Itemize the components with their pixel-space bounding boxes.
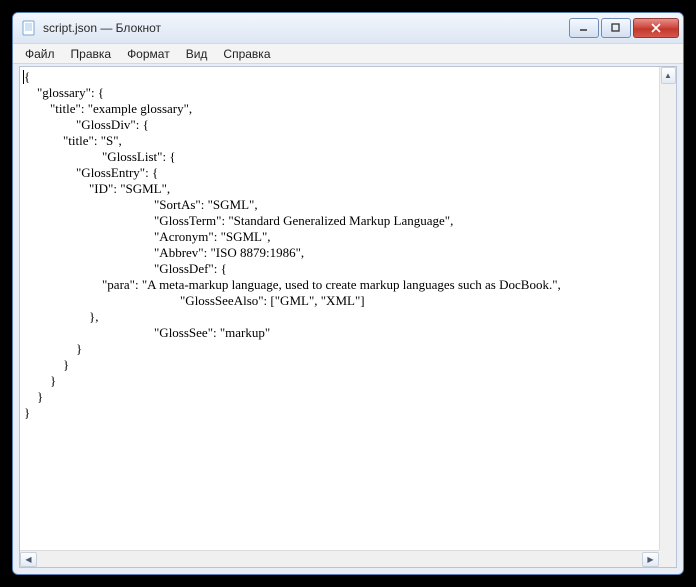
- close-button[interactable]: [633, 18, 679, 38]
- menu-format[interactable]: Формат: [119, 45, 178, 63]
- scroll-left-arrow[interactable]: ◀: [20, 552, 37, 567]
- app-window: script.json — Блокнот Файл Правка Формат…: [12, 12, 684, 575]
- notepad-app-icon: [21, 20, 37, 36]
- menu-view[interactable]: Вид: [178, 45, 216, 63]
- text-editor[interactable]: { "glossary": { "title": "example glossa…: [19, 66, 677, 568]
- scroll-right-arrow[interactable]: ▶: [642, 552, 659, 567]
- scroll-corner: [659, 550, 676, 567]
- vertical-scrollbar[interactable]: ▲ ▼: [659, 67, 676, 567]
- titlebar[interactable]: script.json — Блокнот: [13, 13, 683, 43]
- menu-edit[interactable]: Правка: [63, 45, 120, 63]
- window-title: script.json — Блокнот: [43, 21, 569, 35]
- menu-help[interactable]: Справка: [215, 45, 278, 63]
- menubar: Файл Правка Формат Вид Справка: [13, 43, 683, 64]
- menu-file[interactable]: Файл: [17, 45, 63, 63]
- minimize-button[interactable]: [569, 18, 599, 38]
- horizontal-scrollbar[interactable]: ◀ ▶: [20, 550, 659, 567]
- client-area: { "glossary": { "title": "example glossa…: [13, 64, 683, 574]
- maximize-button[interactable]: [601, 18, 631, 38]
- editor-content[interactable]: { "glossary": { "title": "example glossa…: [20, 67, 676, 423]
- window-controls: [569, 18, 679, 38]
- scroll-up-arrow[interactable]: ▲: [661, 67, 676, 84]
